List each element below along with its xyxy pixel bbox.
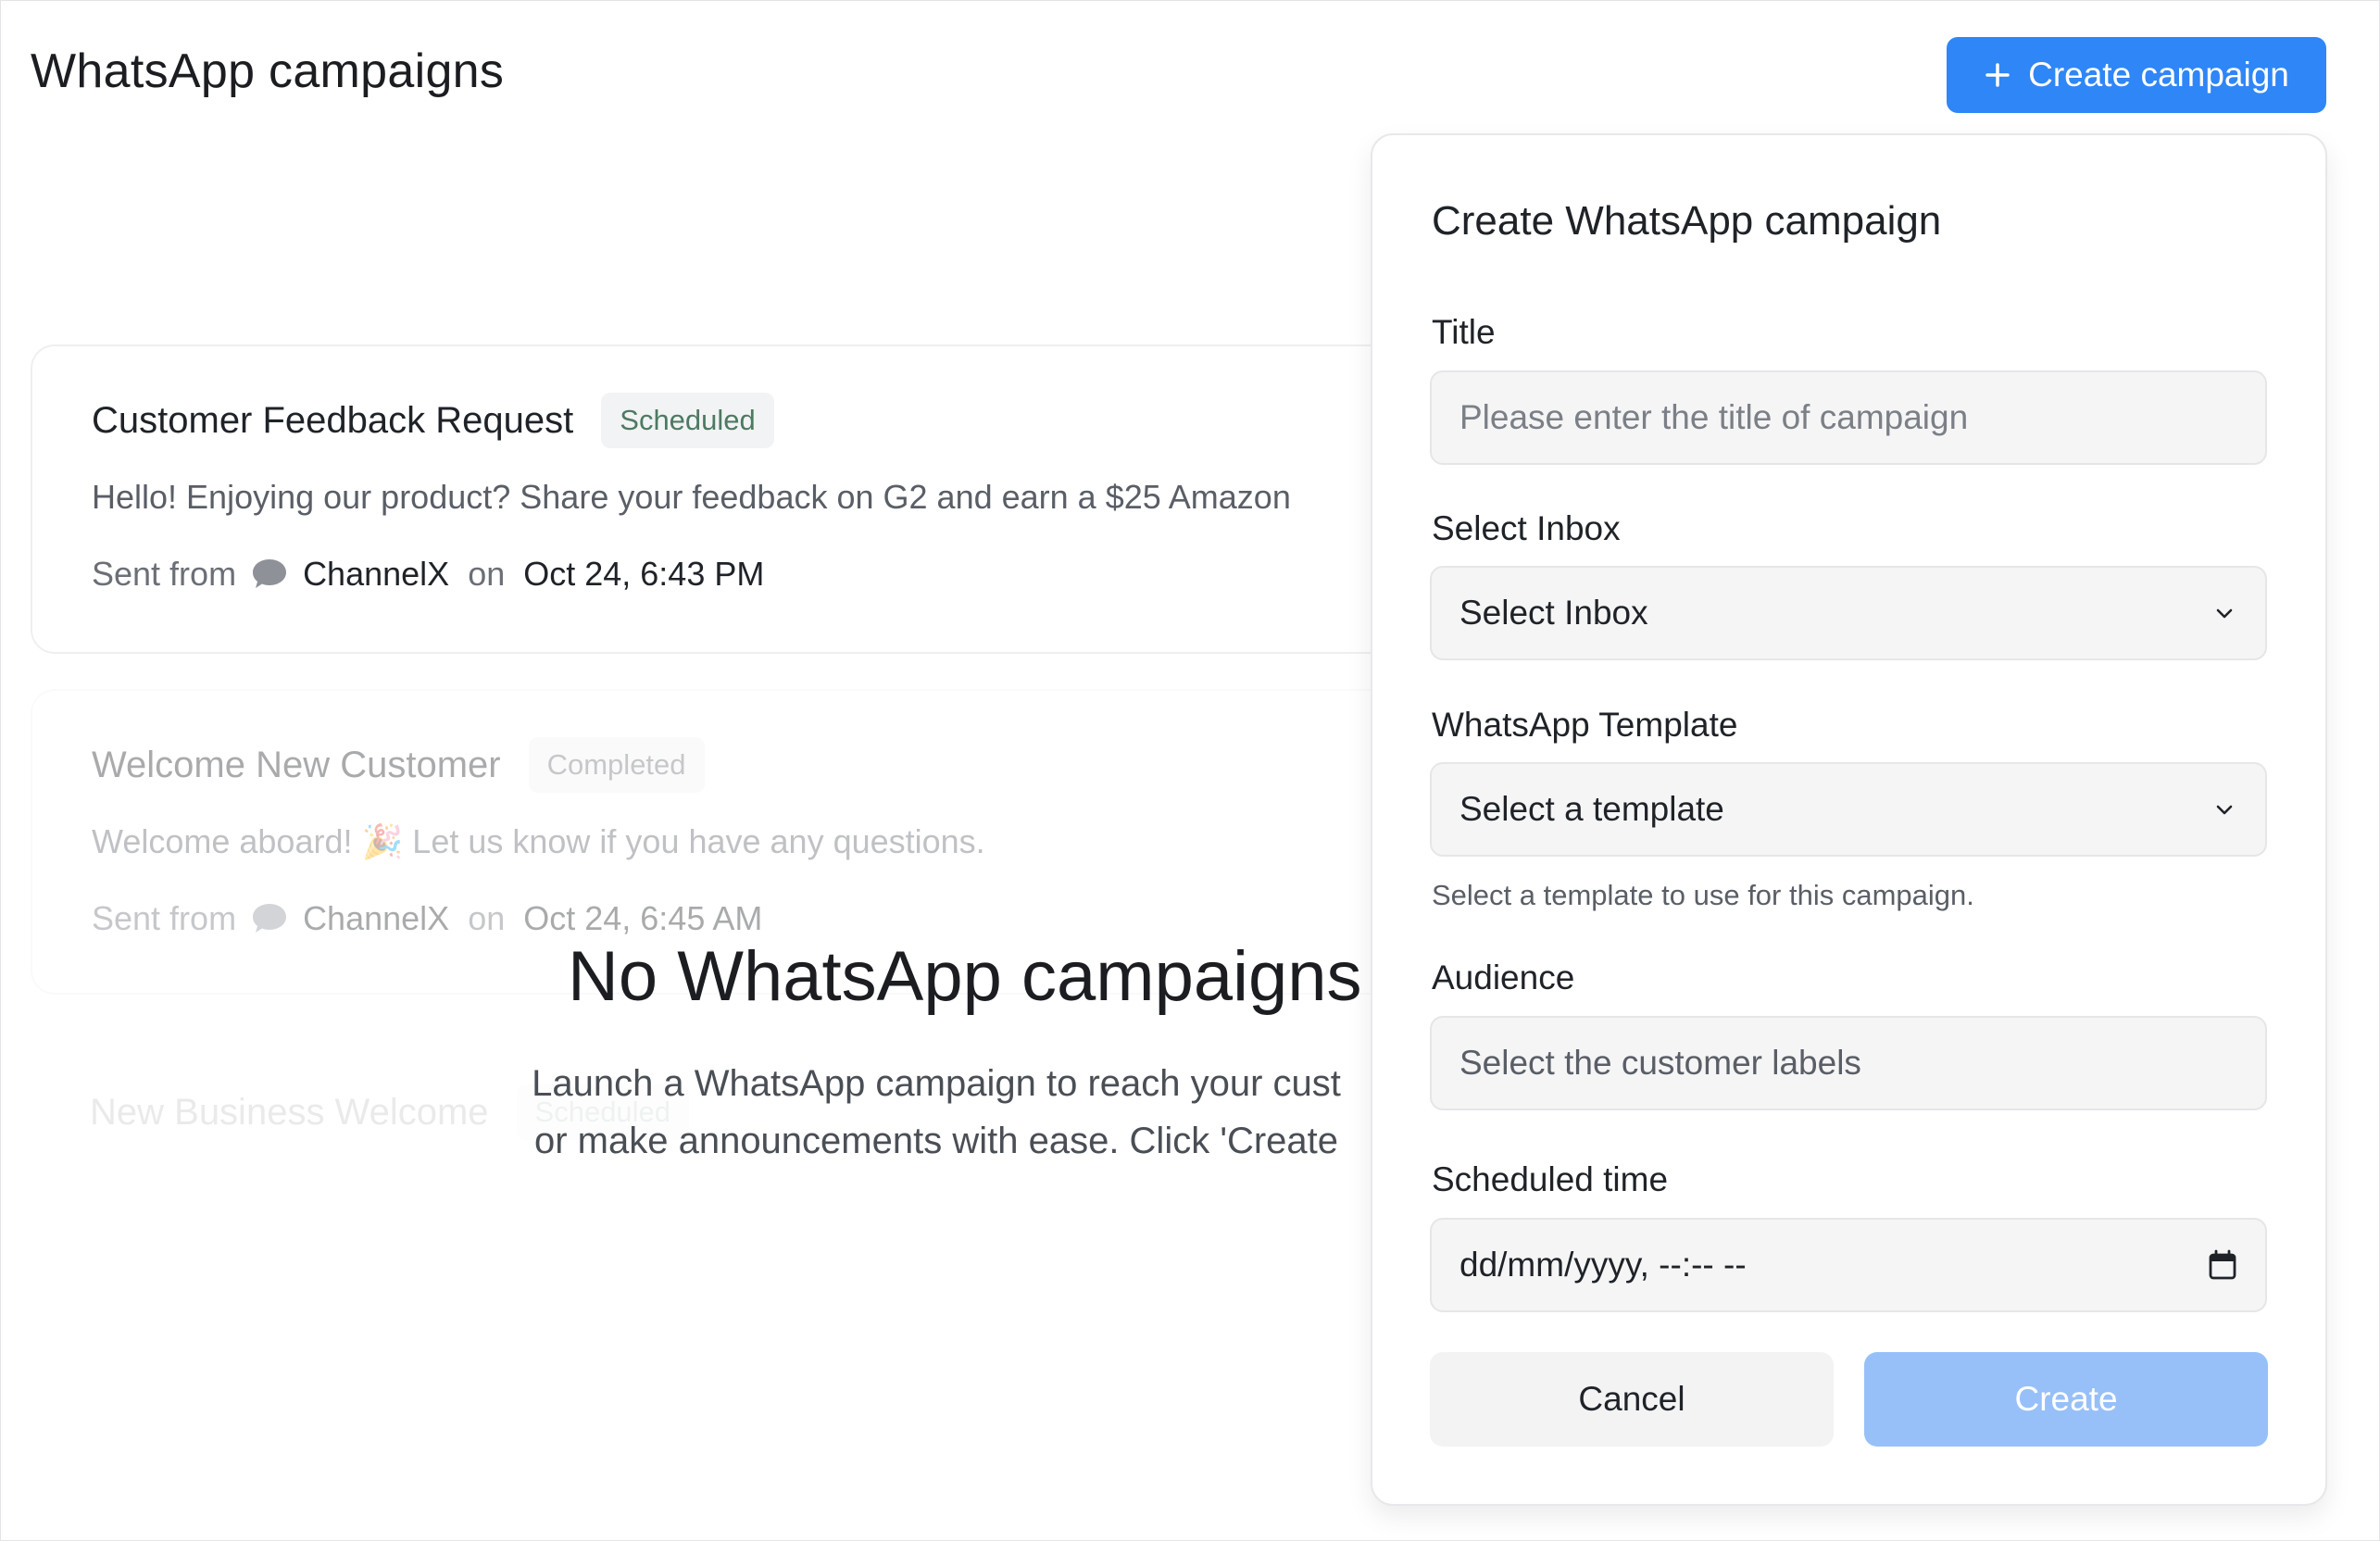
campaign-message: Welcome aboard! 🎉 Let us know if you hav… <box>92 822 985 860</box>
plus-icon <box>1985 63 2010 87</box>
audience-input[interactable]: Select the customer labels <box>1430 1016 2267 1110</box>
template-select[interactable]: Select a template <box>1430 762 2267 857</box>
calendar-icon[interactable] <box>2208 1249 2237 1281</box>
campaign-title: Customer Feedback Request <box>92 399 574 441</box>
chevron-down-icon <box>2216 805 2233 815</box>
title-input[interactable]: Please enter the title of campaign <box>1430 370 2267 465</box>
template-select-value: Select a template <box>1459 790 1724 828</box>
scheduled-time-placeholder: dd/mm/yyyy, --:-- -- <box>1459 1246 1747 1284</box>
scheduled-time-input[interactable]: dd/mm/yyyy, --:-- -- <box>1430 1218 2267 1312</box>
template-helper-text: Select a template to use for this campai… <box>1432 879 1974 911</box>
on-label: on <box>468 899 506 937</box>
empty-state-line-1: Launch a WhatsApp campaign to reach your… <box>532 1063 1341 1104</box>
inbox-select[interactable]: Select Inbox <box>1430 566 2267 660</box>
page-title: WhatsApp campaigns <box>31 44 505 98</box>
template-label: WhatsApp Template <box>1432 706 1738 744</box>
chat-bubble-icon <box>253 559 287 588</box>
campaign-message: Hello! Enjoying our product? Share your … <box>92 478 1291 516</box>
create-campaign-label: Create campaign <box>2028 56 2289 94</box>
create-button[interactable]: Create <box>1864 1352 2268 1447</box>
scheduled-time-label: Scheduled time <box>1432 1160 1669 1198</box>
campaign-title: New Business Welcome <box>90 1091 489 1133</box>
campaign-meta: Sent from ChannelX on Oct 24, 6:45 AM <box>92 898 762 939</box>
status-badge: Scheduled <box>601 393 774 448</box>
inbox-name: ChannelX <box>303 555 450 593</box>
app-frame: WhatsApp campaigns Create campaign Custo… <box>0 0 2380 1541</box>
modal-title: Create WhatsApp campaign <box>1432 198 1942 244</box>
audience-label: Audience <box>1432 958 1575 996</box>
chat-bubble-icon <box>253 904 287 933</box>
campaign-meta: Sent from ChannelX on Oct 24, 6:43 PM <box>92 554 764 595</box>
empty-state-title: No WhatsApp campaigns <box>568 937 1362 1016</box>
title-placeholder: Please enter the title of campaign <box>1459 398 1969 436</box>
sent-from-label: Sent from <box>92 555 237 593</box>
title-label: Title <box>1432 313 1496 351</box>
inbox-label: Select Inbox <box>1432 509 1621 547</box>
empty-state-line-2: or make announcements with ease. Click '… <box>533 1121 1339 1161</box>
cancel-button[interactable]: Cancel <box>1430 1352 1834 1447</box>
sent-from-label: Sent from <box>92 899 237 937</box>
chevron-down-icon <box>2216 608 2233 619</box>
on-label: on <box>468 555 506 593</box>
campaign-date: Oct 24, 6:45 AM <box>523 899 763 937</box>
inbox-name: ChannelX <box>303 899 450 937</box>
campaign-title: Welcome New Customer <box>92 744 501 785</box>
campaign-card[interactable]: Customer Feedback Request Scheduled Hell… <box>31 345 1512 654</box>
create-campaign-modal: Create WhatsApp campaign Title Please en… <box>1371 133 2327 1506</box>
inbox-select-value: Select Inbox <box>1459 594 1648 632</box>
create-campaign-button[interactable]: Create campaign <box>1947 37 2326 113</box>
audience-placeholder: Select the customer labels <box>1459 1044 1861 1082</box>
status-badge: Completed <box>528 737 705 793</box>
campaign-date: Oct 24, 6:43 PM <box>523 555 765 593</box>
empty-state-description: Launch a WhatsApp campaign to reach your… <box>492 1055 1381 1170</box>
